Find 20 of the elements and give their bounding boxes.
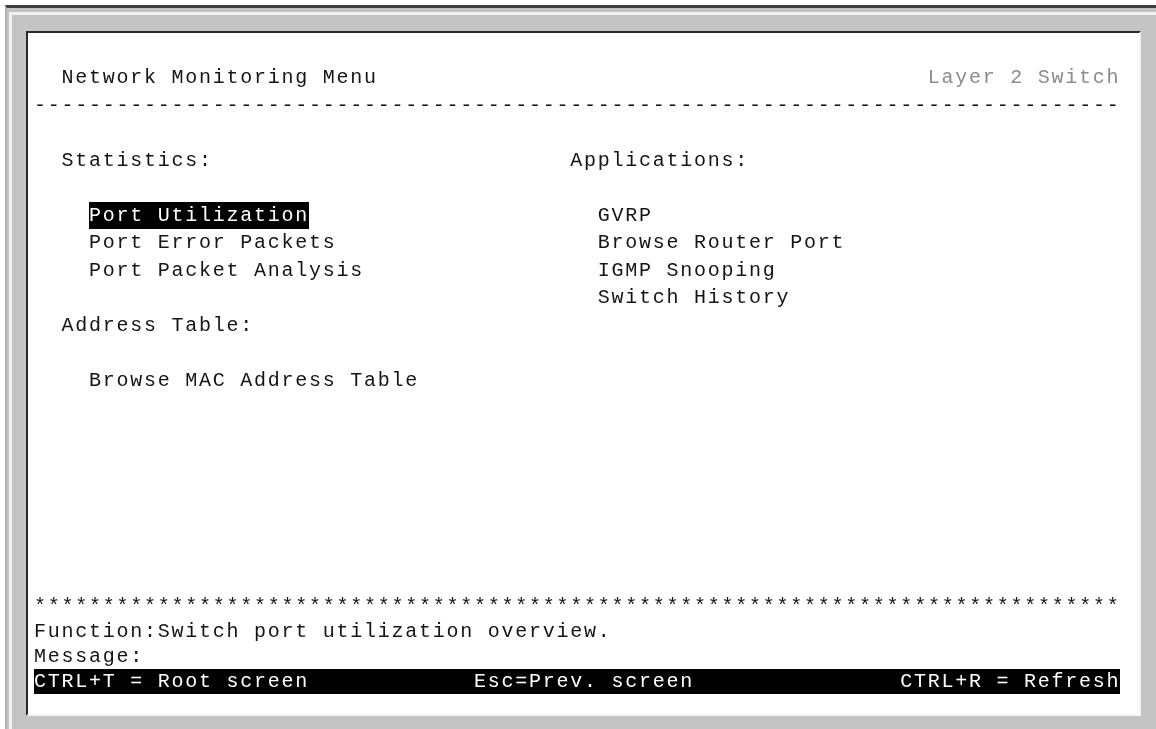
section-heading: Address Table:: [61, 312, 255, 339]
function-description: Function:Switch port utilization overview.: [34, 619, 612, 644]
hotkey-hint: CTRL+R = Refresh: [900, 669, 1121, 694]
asterisk-separator: *******************************************************************************: [34, 594, 1121, 619]
menu-item[interactable]: Port Packet Analysis: [89, 256, 365, 284]
dash-separator: -------------------------------------------------------------------------------: [34, 92, 1121, 119]
hotkey-hint: Esc=Prev. screen: [474, 669, 696, 694]
device-label: Layer 2 Switch: [927, 65, 1121, 91]
section-heading: Applications:: [570, 147, 750, 174]
menu-item[interactable]: IGMP Snooping: [597, 256, 777, 284]
menu-item[interactable]: Port Error Packets: [89, 229, 337, 257]
menu-item[interactable]: Browse MAC Address Table: [89, 366, 420, 394]
message-label: Message:: [34, 644, 144, 669]
hotkey-hint: CTRL+T = Root screen: [34, 669, 311, 694]
section-heading: Statistics:: [61, 147, 213, 174]
menu-item[interactable]: GVRP: [597, 201, 653, 229]
screen-title: Network Monitoring Menu: [61, 65, 378, 91]
menu-item[interactable]: Switch History: [597, 284, 791, 312]
menu-item[interactable]: Browse Router Port: [597, 229, 846, 257]
menu-item[interactable]: Port Utilization: [89, 201, 310, 229]
